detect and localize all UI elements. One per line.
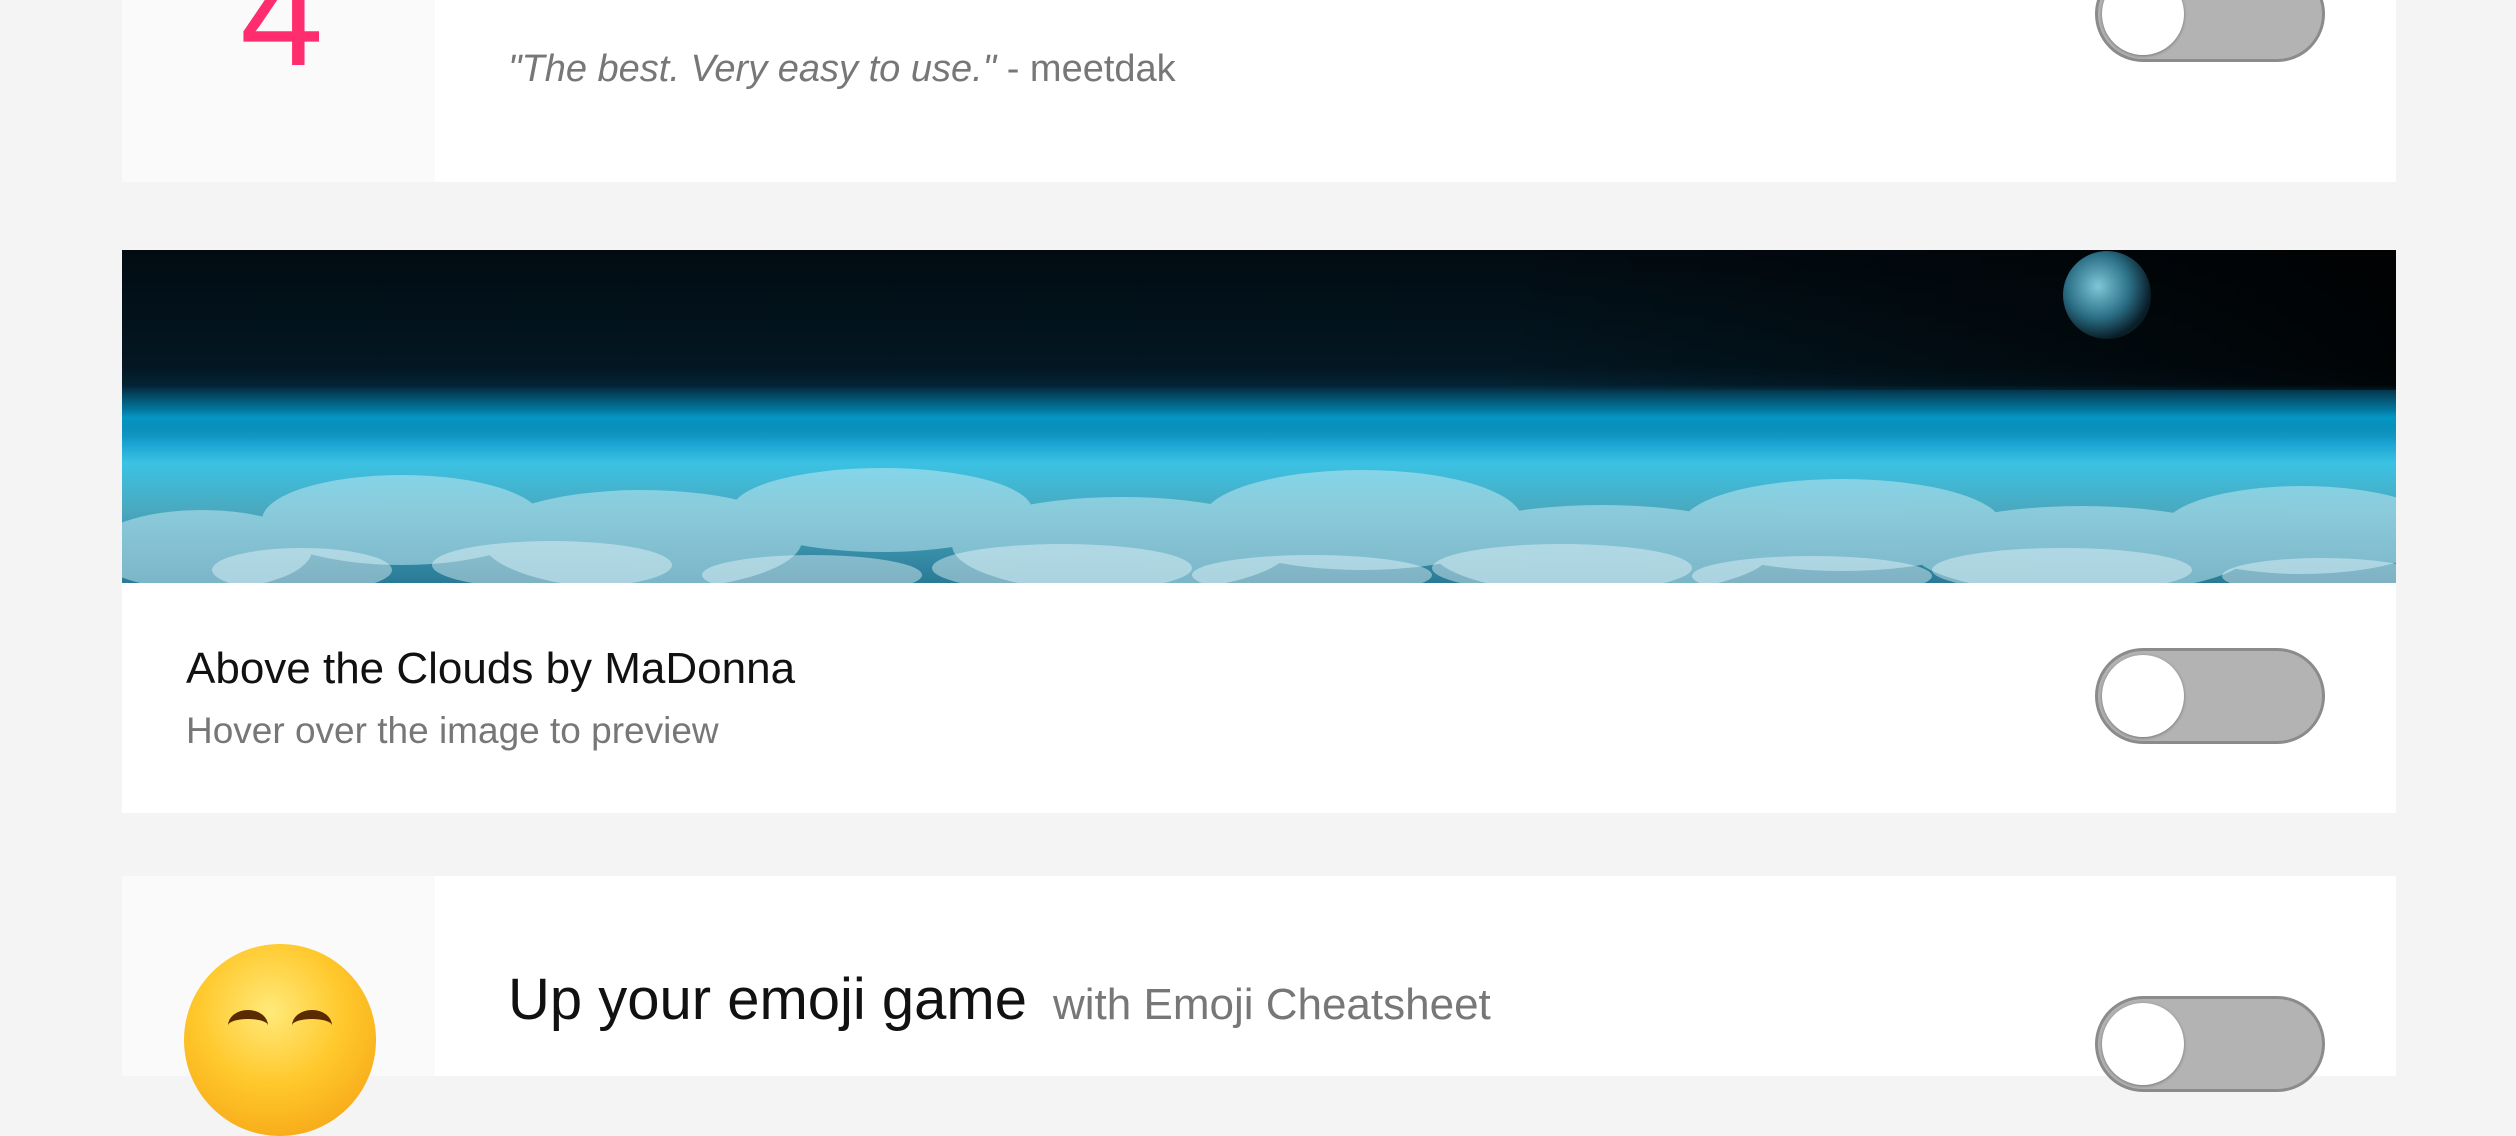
theme-toggle[interactable] <box>2095 648 2325 744</box>
theme-subtitle: Hover over the image to preview <box>186 710 719 751</box>
feature-card-quote: 4 "The best. Very easy to use." - meetda… <box>122 0 2396 182</box>
quote-author: - meetdak <box>996 48 1176 90</box>
feature-number: 4 <box>240 0 324 97</box>
emoji-title: Up your emoji game <box>508 967 1027 1032</box>
toggle-knob <box>2102 655 2184 737</box>
feature-card-emoji: Up your emoji game with Emoji Cheatsheet <box>122 876 2396 1136</box>
smiling-emoji-icon <box>184 944 376 1136</box>
theme-title: Above the Clouds by MaDonna <box>186 644 796 693</box>
emoji-toggle[interactable] <box>2095 996 2325 1092</box>
quote-text: "The best. Very easy to use." <box>508 48 997 90</box>
theme-preview-image[interactable] <box>122 250 2396 583</box>
planet-icon <box>2063 251 2151 339</box>
theme-card: Above the Clouds by MaDonna Hover over t… <box>122 250 2396 813</box>
clouds-illustration <box>122 251 2396 583</box>
toggle-knob <box>2102 1003 2184 1085</box>
emoji-heading: Up your emoji game with Emoji Cheatsheet <box>508 966 1491 1033</box>
emoji-subtitle: with Emoji Cheatsheet <box>1053 980 1491 1029</box>
testimonial-quote: "The best. Very easy to use." - meetdak <box>508 48 1176 91</box>
feature-side-cell <box>122 876 435 1136</box>
feature-toggle[interactable] <box>2095 0 2325 62</box>
toggle-knob <box>2102 0 2184 55</box>
feature-side-cell: 4 <box>122 0 435 182</box>
